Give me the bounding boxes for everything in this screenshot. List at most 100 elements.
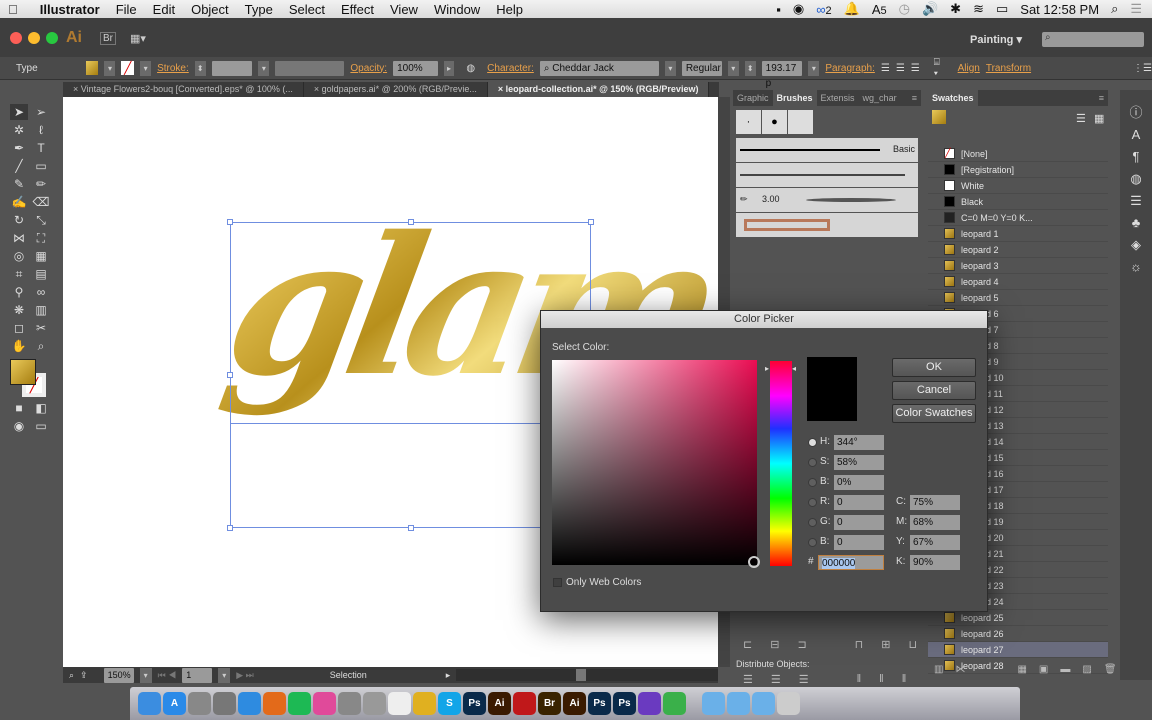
transform-link[interactable]: Transform bbox=[986, 63, 1031, 74]
character-label[interactable]: Character: bbox=[487, 63, 534, 74]
swatch-item[interactable]: leopard 26 bbox=[928, 626, 1108, 642]
variable-width-dropdown[interactable] bbox=[275, 60, 345, 76]
dock-itunes-icon[interactable] bbox=[313, 692, 336, 715]
align-left-icon[interactable]: ⊏ bbox=[743, 638, 752, 651]
arrange-documents-icon[interactable]: ▦▾ bbox=[130, 32, 146, 45]
minimize-window-button[interactable] bbox=[28, 32, 40, 44]
help-search-input[interactable]: ⌕ bbox=[1042, 32, 1144, 47]
dock-imovie-icon[interactable] bbox=[638, 692, 661, 715]
only-web-colors-checkbox[interactable] bbox=[553, 578, 562, 587]
lasso-tool-icon[interactable]: ℓ bbox=[32, 122, 50, 138]
saturation-brightness-field[interactable] bbox=[552, 360, 760, 568]
bridge-button[interactable]: Br bbox=[100, 32, 116, 45]
symbol-sprayer-tool-icon[interactable]: ❋ bbox=[10, 302, 28, 318]
swatch-item[interactable]: White bbox=[928, 178, 1108, 194]
menu-edit[interactable]: Edit bbox=[145, 2, 183, 17]
align-center-button[interactable]: ☰ bbox=[896, 63, 905, 74]
blue-radio[interactable] bbox=[808, 538, 817, 547]
brightness-input[interactable]: 0% bbox=[834, 475, 884, 490]
distribute-top-icon[interactable]: ☰ bbox=[743, 673, 753, 686]
tab-graphic-styles[interactable]: Graphic bbox=[733, 93, 773, 103]
bell-icon[interactable]: 🔔 bbox=[844, 1, 860, 17]
magic-wand-tool-icon[interactable]: ✲ bbox=[10, 122, 28, 138]
align-hcenter-icon[interactable]: ⊟ bbox=[770, 638, 779, 651]
adobe-icon[interactable]: A5 bbox=[872, 2, 887, 17]
info-icon[interactable]: ⓘ bbox=[1120, 102, 1152, 124]
stroke-weight-input[interactable] bbox=[211, 60, 253, 76]
menu-file[interactable]: File bbox=[108, 2, 145, 17]
stroke-swatch[interactable]: ╱ bbox=[121, 61, 135, 75]
spotlight-icon[interactable]: ⌕ bbox=[1111, 1, 1118, 17]
width-tool-icon[interactable]: ⋈ bbox=[10, 230, 28, 246]
envelope-warp-icon[interactable]: ⌸ ▾ bbox=[934, 57, 946, 79]
apple-menu[interactable]:  bbox=[0, 2, 26, 17]
dock-trash-icon[interactable] bbox=[777, 692, 800, 715]
align-left-button[interactable]: ☰ bbox=[881, 63, 890, 74]
m-input[interactable]: 68% bbox=[910, 515, 960, 530]
horizontal-scrollbar[interactable] bbox=[456, 669, 718, 681]
artboard-tool-icon[interactable]: ◻ bbox=[10, 320, 28, 336]
color-group-icon[interactable]: ▣ bbox=[1039, 664, 1048, 680]
rectangle-tool-icon[interactable]: ▭ bbox=[32, 158, 50, 174]
zoom-dropdown[interactable]: ▾ bbox=[139, 667, 152, 683]
c-input[interactable]: 75% bbox=[910, 495, 960, 510]
font-style-dropdown[interactable]: ▾ bbox=[727, 60, 739, 76]
align-vcenter-icon[interactable]: ⊞ bbox=[881, 638, 890, 651]
align-top-icon[interactable]: ⊓ bbox=[855, 638, 864, 651]
control-menu-icon[interactable]: ⋮☰ bbox=[1133, 63, 1152, 74]
eyedropper-tool-icon[interactable]: ⚲ bbox=[10, 284, 28, 300]
appearance-icon[interactable]: ☼ bbox=[1120, 256, 1152, 278]
fill-indicator[interactable] bbox=[10, 359, 36, 385]
new-swatch-icon[interactable]: ▨ bbox=[1082, 664, 1091, 680]
dock-app-store-icon[interactable]: A bbox=[163, 692, 186, 715]
stroke-stepper[interactable]: ⬍ bbox=[194, 60, 206, 76]
h-radio[interactable] bbox=[808, 438, 817, 447]
resize-handle[interactable] bbox=[227, 525, 233, 531]
dock-launchpad-icon[interactable] bbox=[188, 692, 211, 715]
wifi-icon[interactable]: ≋ bbox=[973, 1, 984, 17]
resize-handle[interactable] bbox=[588, 219, 594, 225]
scale-tool-icon[interactable]: ⤡ bbox=[32, 212, 50, 228]
tab-swatches[interactable]: Swatches bbox=[928, 90, 978, 106]
dock-photoshop-2-icon[interactable]: Ps bbox=[588, 692, 611, 715]
layers-icon[interactable]: ◈ bbox=[1120, 234, 1152, 256]
dock-firefox-icon[interactable] bbox=[263, 692, 286, 715]
y-input[interactable]: 67% bbox=[910, 535, 960, 550]
dock-preview-icon[interactable] bbox=[363, 692, 386, 715]
h-input[interactable]: 344° bbox=[834, 435, 884, 450]
free-transform-tool-icon[interactable]: ⛶ bbox=[32, 230, 50, 246]
k-input[interactable]: 90% bbox=[910, 555, 960, 570]
dock-system-prefs-icon[interactable] bbox=[213, 692, 236, 715]
menu-app[interactable]: Illustrator bbox=[26, 2, 108, 17]
g-input[interactable]: 0 bbox=[834, 515, 884, 530]
paragraph-label[interactable]: Paragraph: bbox=[825, 63, 874, 74]
brush-pattern-leopard[interactable] bbox=[736, 213, 918, 237]
s-input[interactable]: 58% bbox=[834, 455, 884, 470]
distribute-bottom-icon[interactable]: ☰ bbox=[799, 673, 809, 686]
slice-tool-icon[interactable]: ✂ bbox=[32, 320, 50, 336]
font-size-stepper[interactable]: ⬍ bbox=[744, 60, 756, 76]
font-size-dropdown[interactable]: ▾ bbox=[808, 60, 820, 76]
rotate-tool-icon[interactable]: ↻ bbox=[10, 212, 28, 228]
dock-acrobat-icon[interactable] bbox=[513, 692, 536, 715]
swatch-item[interactable]: [Registration] bbox=[928, 162, 1108, 178]
font-family-dropdown[interactable]: ▾ bbox=[664, 60, 676, 76]
draw-normal-icon[interactable]: ◉ bbox=[10, 418, 28, 434]
eraser-tool-icon[interactable]: ⌫ bbox=[32, 194, 50, 210]
stroke-label[interactable]: Stroke: bbox=[157, 63, 189, 74]
scroll-thumb[interactable] bbox=[576, 669, 587, 681]
menu-view[interactable]: View bbox=[382, 2, 426, 17]
menu-type[interactable]: Type bbox=[237, 2, 281, 17]
menu-select[interactable]: Select bbox=[281, 2, 333, 17]
dock-chrome-icon[interactable] bbox=[413, 692, 436, 715]
s-radio[interactable] bbox=[808, 458, 817, 467]
swatch-item[interactable]: leopard 3 bbox=[928, 258, 1108, 274]
volume-icon[interactable]: 🔊 bbox=[922, 1, 938, 17]
stroke-weight-dropdown[interactable]: ▾ bbox=[258, 60, 270, 76]
blend-tool-icon[interactable]: ∞ bbox=[32, 284, 50, 300]
dock-folder-2-icon[interactable] bbox=[727, 692, 750, 715]
character-icon[interactable]: A bbox=[1120, 124, 1152, 146]
font-style-input[interactable]: Regular bbox=[681, 60, 722, 76]
distribute-vcenter-icon[interactable]: ☰ bbox=[771, 673, 781, 686]
align-right-icon[interactable]: ⊐ bbox=[797, 638, 806, 651]
